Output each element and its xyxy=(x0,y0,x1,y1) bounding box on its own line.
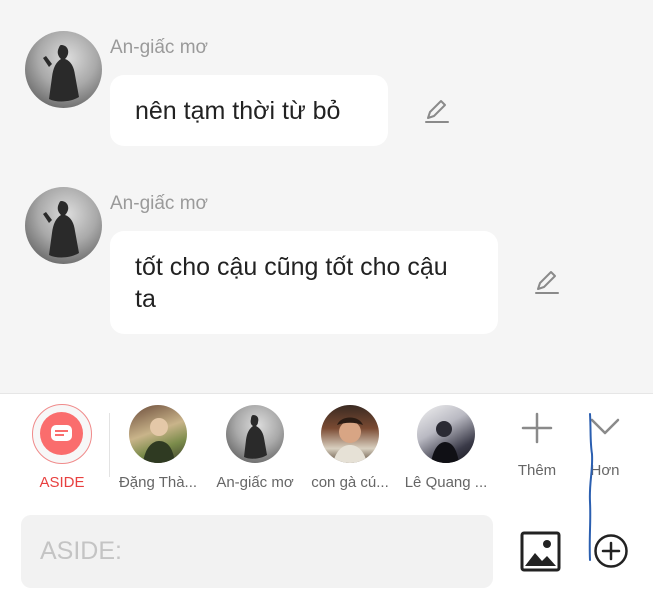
person-photo-icon xyxy=(333,417,367,463)
pencil-icon[interactable] xyxy=(533,268,561,296)
sender-avatar[interactable] xyxy=(25,187,102,264)
contact-item[interactable]: con gà cú... xyxy=(305,394,395,504)
contact-name: Đặng Thà... xyxy=(118,474,198,491)
contact-avatar xyxy=(129,405,187,463)
image-icon[interactable] xyxy=(520,531,561,572)
contact-avatar xyxy=(321,405,379,463)
message-list[interactable]: An-giấc mơ nên tạm thời từ bỏ An-giấc mơ… xyxy=(0,0,653,393)
person-photo-icon xyxy=(143,418,175,463)
contact-avatar xyxy=(417,405,475,463)
sender-name: An-giấc mơ xyxy=(110,37,208,58)
less-label: Hơn xyxy=(590,462,620,479)
less-button[interactable]: Hơn xyxy=(574,394,636,504)
person-silhouette-icon xyxy=(244,415,267,459)
person-photo-icon xyxy=(431,421,459,463)
chat-bubble-icon xyxy=(51,425,72,441)
message-bubble[interactable]: nên tạm thời từ bỏ xyxy=(110,75,388,146)
pencil-icon[interactable] xyxy=(423,97,451,125)
contact-name: con gà cú... xyxy=(311,474,389,491)
more-label: Thêm xyxy=(517,462,557,479)
contact-name: An-giấc mơ xyxy=(216,474,294,491)
contact-aside[interactable]: ASIDE xyxy=(16,394,108,504)
contact-bar: ASIDE Đặng Thà... An-giấc mơ con gà cú..… xyxy=(0,393,653,505)
message-input[interactable] xyxy=(21,515,493,588)
contact-name: ASIDE xyxy=(39,474,85,491)
plus-circle-icon[interactable] xyxy=(593,533,629,569)
sender-avatar[interactable] xyxy=(25,31,102,108)
person-silhouette-icon xyxy=(43,201,79,258)
sender-name: An-giấc mơ xyxy=(110,193,208,214)
plus-icon xyxy=(521,412,553,444)
contact-name: Lê Quang ... xyxy=(404,474,488,491)
composer xyxy=(0,504,653,600)
contact-item[interactable]: Lê Quang ... xyxy=(401,394,491,504)
chevron-down-icon xyxy=(590,418,620,435)
more-button[interactable]: Thêm xyxy=(492,394,582,504)
aside-avatar xyxy=(32,404,92,464)
person-silhouette-icon xyxy=(43,45,79,102)
contact-avatar xyxy=(226,405,284,463)
divider xyxy=(109,413,110,477)
contact-item[interactable]: Đặng Thà... xyxy=(113,394,203,504)
message-text: tốt cho cậu cũng tốt cho cậu ta xyxy=(135,253,448,313)
message-text: nên tạm thời từ bỏ xyxy=(135,97,341,125)
message-bubble[interactable]: tốt cho cậu cũng tốt cho cậu ta xyxy=(110,231,498,334)
contact-item[interactable]: An-giấc mơ xyxy=(210,394,300,504)
